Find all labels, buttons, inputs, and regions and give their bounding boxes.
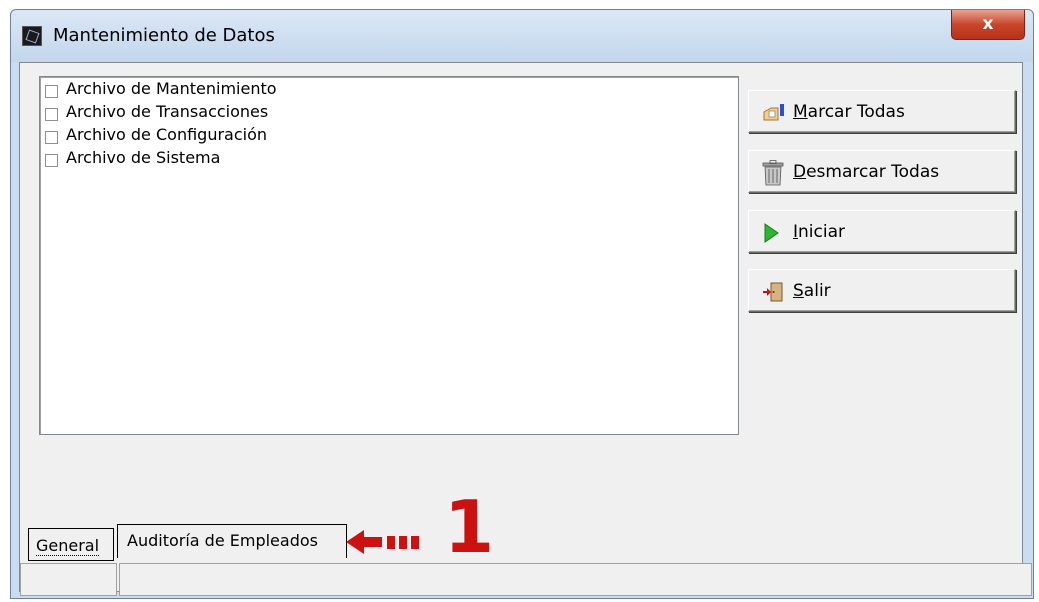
list-item-label: Archivo de Transacciones — [66, 102, 269, 121]
tab-general[interactable]: General — [28, 528, 114, 561]
checkbox[interactable] — [45, 154, 58, 167]
file-checklist[interactable]: Archivo de Mantenimiento Archivo de Tran… — [39, 76, 739, 435]
exit-door-icon — [762, 282, 784, 302]
checkbox[interactable] — [45, 85, 58, 98]
mark-all-button[interactable]: Marcar Todas — [748, 90, 1016, 133]
title-bar[interactable]: Mantenimiento de Datos x — [11, 10, 1033, 62]
trash-icon — [762, 160, 784, 186]
checkbox[interactable] — [45, 108, 58, 121]
tab-auditoria-empleados[interactable]: Auditoría de Empleados — [117, 524, 347, 558]
annotation-number: 1 — [444, 485, 495, 569]
main-window: Mantenimiento de Datos x Archivo de Mant… — [10, 9, 1034, 599]
close-button[interactable]: x — [951, 10, 1025, 40]
start-button[interactable]: Iniciar — [748, 210, 1016, 253]
window-title: Mantenimiento de Datos — [53, 25, 275, 46]
status-pane-2 — [119, 563, 1032, 596]
exit-button[interactable]: Salir — [748, 269, 1016, 312]
play-icon — [762, 223, 784, 243]
list-item-label: Archivo de Mantenimiento — [66, 79, 277, 98]
client-area: Archivo de Mantenimiento Archivo de Tran… — [19, 62, 1023, 592]
checkbox[interactable] — [45, 131, 58, 144]
list-item-label: Archivo de Configuración — [66, 125, 268, 144]
list-item-label: Archivo de Sistema — [66, 148, 221, 167]
annotation-arrow-icon — [346, 530, 419, 554]
app-icon — [22, 26, 42, 46]
mark-all-icon — [762, 103, 784, 123]
unmark-all-button[interactable]: Desmarcar Todas — [748, 150, 1016, 193]
status-pane-1 — [20, 563, 117, 596]
